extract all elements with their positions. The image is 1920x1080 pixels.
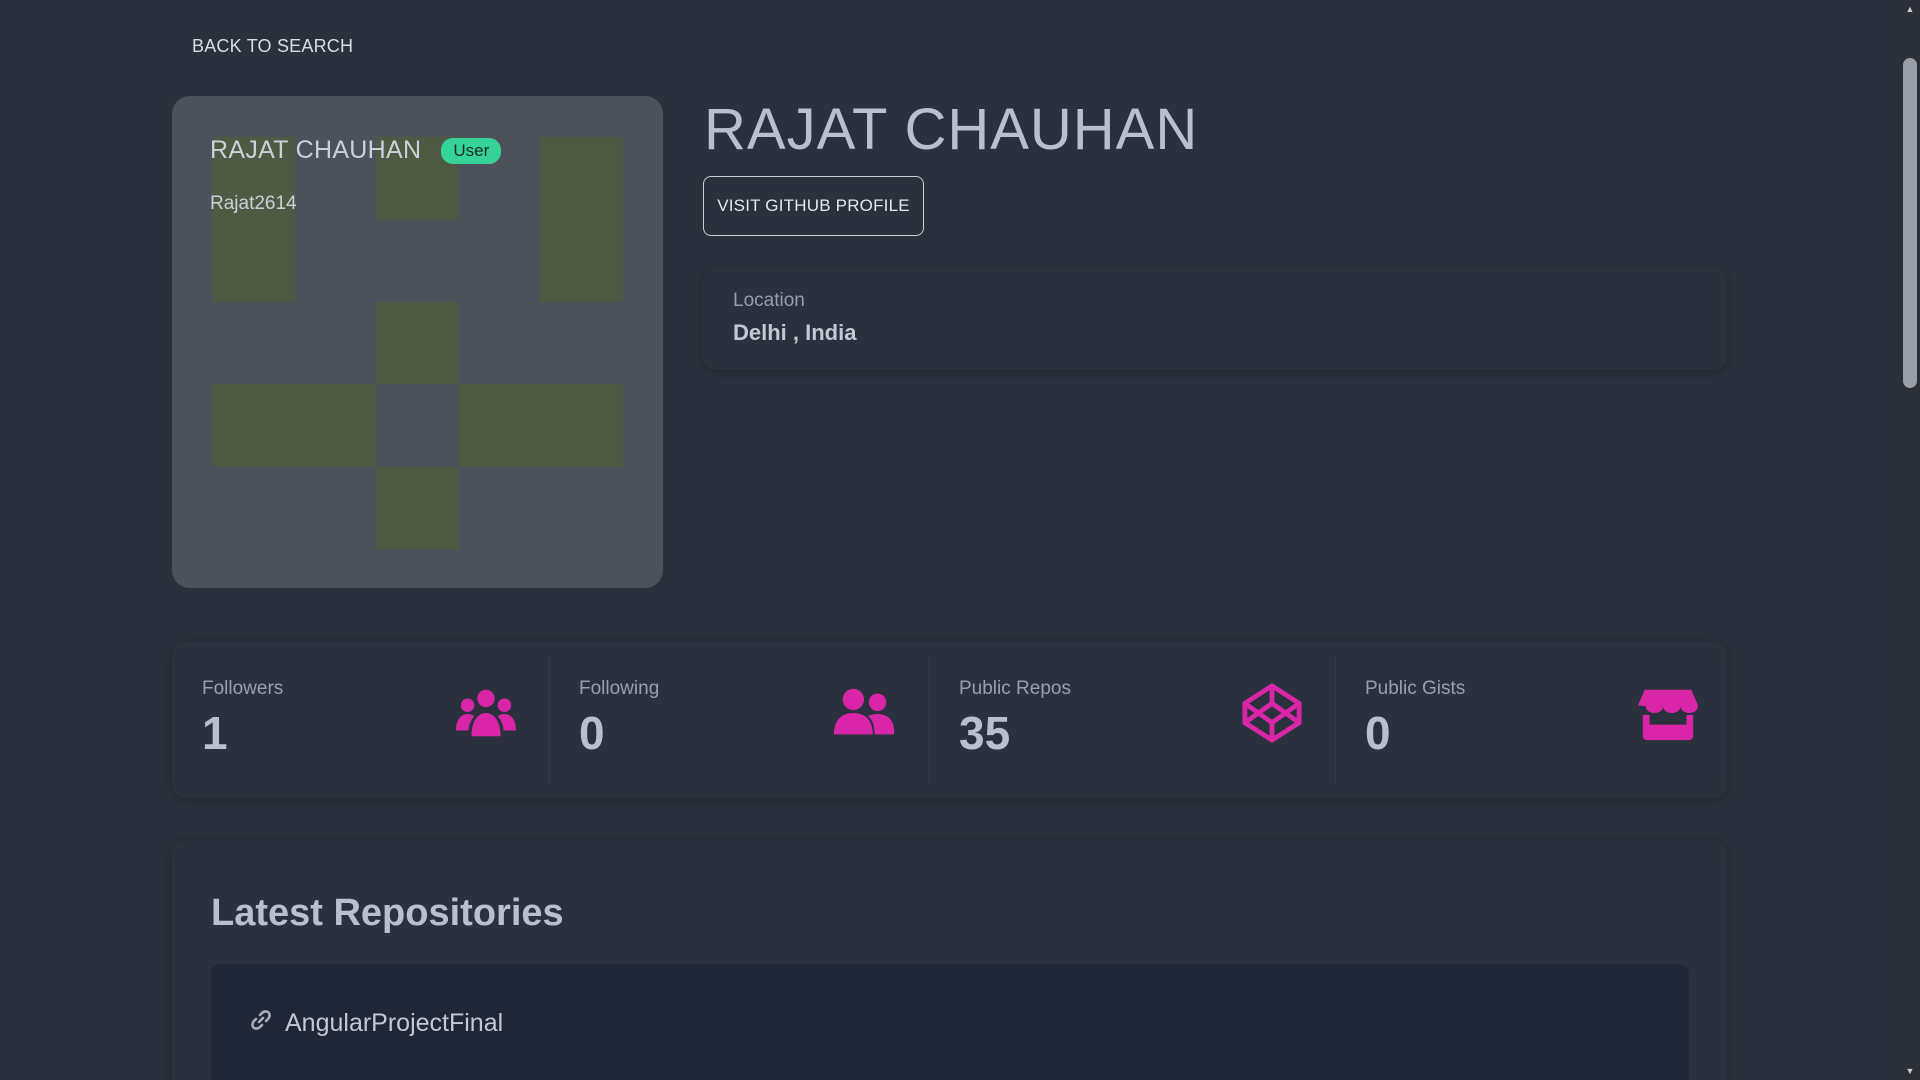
profile-page: BACK TO SEARCH RAJAT CHAUHAN User Rajat2… xyxy=(0,0,1900,1080)
user-friends-icon xyxy=(833,682,895,744)
visit-github-profile-button[interactable]: VISIT GITHUB PROFILE xyxy=(703,176,924,236)
stat-value: 0 xyxy=(1365,707,1391,759)
stat-title: Following xyxy=(579,678,660,699)
store-icon xyxy=(1637,682,1699,744)
vertical-scrollbar[interactable]: ▲ ▼ xyxy=(1900,0,1920,1080)
latest-repositories-section: Latest Repositories AngularProjectFinal xyxy=(172,840,1727,1080)
repo-item: AngularProjectFinal xyxy=(211,964,1689,1080)
stat-value: 35 xyxy=(959,707,1011,759)
scroll-down-arrow-icon[interactable]: ▼ xyxy=(1900,1062,1920,1080)
avatar-name: RAJAT CHAUHAN xyxy=(210,136,422,164)
stat-followers: Followers 1 xyxy=(172,642,549,798)
repo-link[interactable]: AngularProjectFinal xyxy=(249,1008,503,1039)
link-icon xyxy=(249,1008,273,1039)
profile-name-heading: RAJAT CHAUHAN xyxy=(704,97,1199,162)
stat-following: Following 0 xyxy=(549,642,929,798)
stats-panel: Followers 1 Following 0 Public Repos 35 … xyxy=(172,642,1727,798)
stat-public-gists: Public Gists 0 xyxy=(1335,642,1727,798)
avatar-name-row: RAJAT CHAUHAN User xyxy=(210,136,502,165)
stat-public-repos: Public Repos 35 xyxy=(929,642,1335,798)
latest-repositories-title: Latest Repositories xyxy=(211,892,564,934)
avatar-card: RAJAT CHAUHAN User Rajat2614 xyxy=(172,96,663,588)
scrollbar-thumb[interactable] xyxy=(1903,58,1917,388)
stat-value: 0 xyxy=(579,707,605,759)
users-group-icon xyxy=(455,682,517,744)
stat-title: Public Repos xyxy=(959,678,1071,699)
user-type-badge: User xyxy=(441,137,502,164)
location-card: Location Delhi , India xyxy=(703,268,1727,370)
stat-title: Public Gists xyxy=(1365,678,1466,699)
scroll-up-arrow-icon[interactable]: ▲ xyxy=(1900,0,1920,18)
avatar-overlay: RAJAT CHAUHAN User Rajat2614 xyxy=(210,136,502,215)
location-value: Delhi , India xyxy=(733,320,857,345)
avatar-login: Rajat2614 xyxy=(210,193,297,214)
stat-value: 1 xyxy=(202,707,228,759)
stat-title: Followers xyxy=(202,678,284,699)
back-to-search-link[interactable]: BACK TO SEARCH xyxy=(172,32,373,60)
location-label: Location xyxy=(733,290,805,311)
codepen-icon xyxy=(1241,682,1303,744)
repo-name: AngularProjectFinal xyxy=(285,1009,504,1037)
